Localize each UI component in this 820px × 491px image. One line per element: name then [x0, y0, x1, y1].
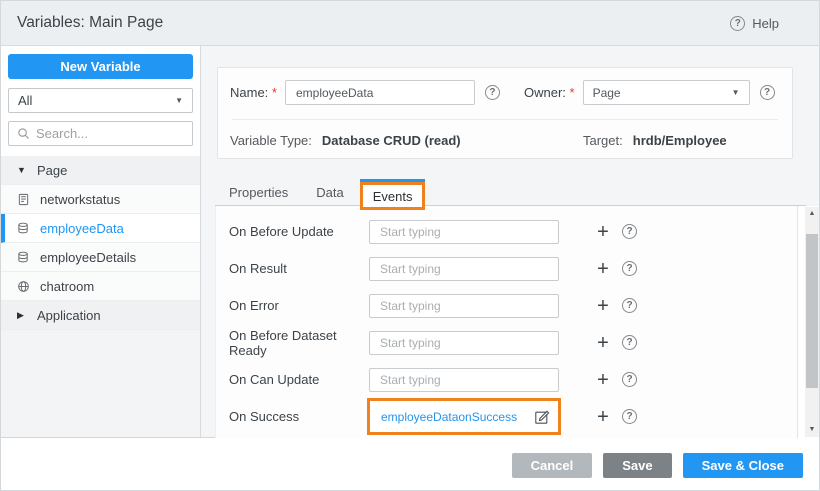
tree-group-label: Page	[37, 163, 67, 178]
search-input[interactable]	[36, 126, 176, 141]
tab-properties[interactable]: Properties	[215, 179, 302, 205]
sidebar-empty-area	[1, 330, 200, 437]
filter-selected-value: All	[18, 93, 32, 108]
event-row-on-error: On Error + ?	[216, 287, 797, 324]
name-input[interactable]	[285, 80, 475, 105]
variable-type-value: Database CRUD (read)	[322, 133, 461, 148]
page-title: Variables: Main Page	[17, 14, 163, 32]
on-error-input[interactable]	[369, 294, 559, 318]
tree-group-page[interactable]: ▼ Page	[1, 156, 200, 185]
tree-item-chatroom[interactable]: chatroom	[1, 272, 200, 301]
annotation-box-on-success: employeeDataonSuccess	[367, 398, 561, 435]
edit-icon[interactable]	[534, 409, 550, 425]
event-row-on-before-dataset-ready: On Before Dataset Ready + ?	[216, 324, 797, 361]
dialog-footer: Cancel Save Save & Close	[1, 437, 819, 491]
add-event-icon[interactable]: +	[595, 224, 611, 240]
new-variable-button[interactable]: New Variable	[8, 54, 193, 79]
event-label: On Error	[229, 298, 369, 313]
required-asterisk: *	[272, 85, 277, 100]
save-and-close-button[interactable]: Save & Close	[683, 453, 803, 478]
required-asterisk: *	[570, 85, 575, 100]
target-value: hrdb/Employee	[633, 133, 727, 148]
scroll-up-icon[interactable]: ▲	[805, 207, 819, 221]
event-help-icon[interactable]: ?	[622, 372, 637, 387]
search-icon	[17, 127, 30, 140]
on-before-dataset-ready-input[interactable]	[369, 331, 559, 355]
model-variable-icon	[17, 193, 30, 206]
caret-collapsed-icon: ▶	[17, 310, 27, 321]
event-help-icon[interactable]: ?	[622, 335, 637, 350]
tab-events[interactable]: Events	[373, 189, 413, 204]
dialog-header: Variables: Main Page ? Help	[1, 1, 819, 46]
tree-group-label: Application	[37, 308, 101, 323]
event-help-icon[interactable]: ?	[622, 224, 637, 239]
event-label: On Before Dataset Ready	[229, 328, 369, 358]
on-before-update-input[interactable]	[369, 220, 559, 244]
event-label: On Can Update	[229, 372, 369, 387]
annotation-box-events: Events	[360, 182, 426, 210]
tree-item-networkstatus[interactable]: networkstatus	[1, 185, 200, 214]
help-icon: ?	[730, 16, 745, 31]
add-event-icon[interactable]: +	[595, 409, 611, 425]
on-success-handler-link[interactable]: employeeDataonSuccess	[381, 410, 517, 424]
target-label: Target:	[583, 133, 623, 148]
event-label: On Success	[229, 409, 369, 424]
variables-dialog: Variables: Main Page ? Help New Variable…	[0, 0, 820, 491]
help-label: Help	[752, 16, 779, 31]
scroll-down-icon[interactable]: ▼	[805, 423, 819, 437]
owner-label: Owner: *	[524, 85, 575, 100]
detail-tabs: Properties Data Events	[215, 179, 806, 206]
tree-item-label: employeeData	[40, 221, 124, 236]
add-event-icon[interactable]: +	[595, 298, 611, 314]
add-event-icon[interactable]: +	[595, 372, 611, 388]
card-divider	[232, 119, 778, 120]
name-help-icon[interactable]: ?	[485, 85, 500, 100]
tree-group-application[interactable]: ▶ Application	[1, 301, 200, 330]
event-label: On Before Update	[229, 224, 369, 239]
event-row-on-result: On Result + ?	[216, 250, 797, 287]
tree-item-employeedetails[interactable]: employeeDetails	[1, 243, 200, 272]
tab-events-annotated: Events	[360, 179, 426, 210]
variables-sidebar: New Variable All ▼ ▼ Page	[1, 46, 201, 437]
tab-data[interactable]: Data	[302, 179, 357, 205]
websocket-variable-icon	[17, 280, 30, 293]
database-variable-icon	[17, 251, 30, 264]
database-variable-icon	[17, 222, 30, 235]
variable-type-label: Variable Type:	[230, 133, 312, 148]
tree-item-label: networkstatus	[40, 192, 120, 207]
on-can-update-input[interactable]	[369, 368, 559, 392]
cancel-button[interactable]: Cancel	[512, 453, 593, 478]
variables-tree: ▼ Page networkstatus	[1, 156, 200, 330]
events-scrollbar[interactable]: ▲ ▼	[805, 207, 819, 437]
event-row-on-success: On Success employeeDataonSuccess +	[216, 398, 797, 435]
tree-item-employeedata[interactable]: employeeData	[1, 214, 200, 243]
event-help-icon[interactable]: ?	[622, 298, 637, 313]
events-panel: On Before Update + ? On Result + ? On Er…	[215, 206, 819, 438]
owner-select[interactable]: Page ▼	[583, 80, 750, 105]
event-help-icon[interactable]: ?	[622, 261, 637, 276]
chevron-down-icon: ▼	[732, 88, 740, 97]
tree-item-label: chatroom	[40, 279, 94, 294]
tree-item-label: employeeDetails	[40, 250, 136, 265]
variable-summary-card: Name: * ? Owner: * Page ▼ ? Variable Typ…	[217, 67, 793, 159]
caret-expanded-icon: ▼	[17, 165, 27, 175]
event-row-on-can-update: On Can Update + ?	[216, 361, 797, 398]
on-result-input[interactable]	[369, 257, 559, 281]
owner-selected-value: Page	[593, 86, 621, 100]
owner-help-icon[interactable]: ?	[760, 85, 775, 100]
variable-filter-select[interactable]: All ▼	[8, 88, 193, 113]
save-button[interactable]: Save	[603, 453, 671, 478]
search-box[interactable]	[8, 121, 193, 146]
event-help-icon[interactable]: ?	[622, 409, 637, 424]
event-row-on-before-update: On Before Update + ?	[216, 213, 797, 250]
help-link[interactable]: ? Help	[730, 16, 779, 31]
chevron-down-icon: ▼	[175, 96, 183, 105]
scrollbar-thumb[interactable]	[806, 234, 818, 388]
variable-detail-panel: Name: * ? Owner: * Page ▼ ? Variable Typ…	[201, 46, 819, 437]
event-label: On Result	[229, 261, 369, 276]
name-label: Name: *	[230, 85, 277, 100]
add-event-icon[interactable]: +	[595, 261, 611, 277]
add-event-icon[interactable]: +	[595, 335, 611, 351]
